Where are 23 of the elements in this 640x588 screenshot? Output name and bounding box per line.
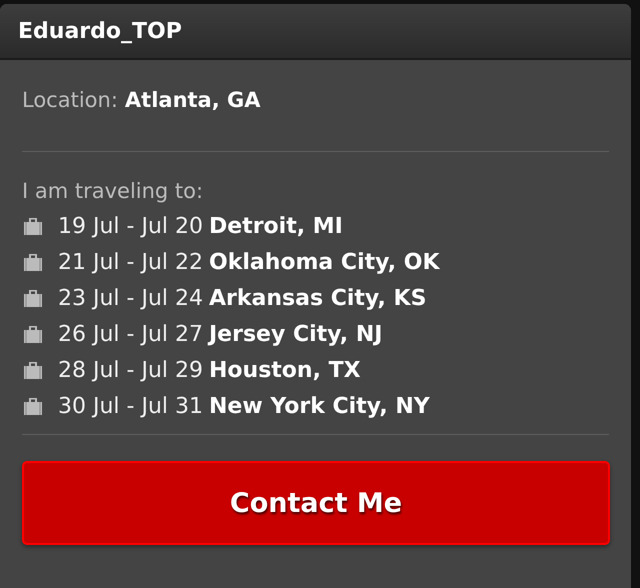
- trip-dates: 30 Jul - Jul 31: [58, 394, 203, 418]
- trip-city: Houston, TX: [209, 358, 361, 382]
- trip-city: Detroit, MI: [209, 214, 343, 238]
- trip-dates: 26 Jul - Jul 27: [58, 322, 203, 346]
- location-label: Location:: [22, 88, 118, 112]
- profile-title: Eduardo_TOP: [18, 18, 182, 44]
- trip-dates: 23 Jul - Jul 24: [58, 286, 203, 310]
- suitcase-icon: [22, 252, 44, 272]
- suitcase-icon: [22, 288, 44, 308]
- suitcase-icon: [22, 360, 44, 380]
- trip-city: New York City, NY: [209, 394, 430, 418]
- trips-heading: I am traveling to:: [22, 179, 204, 205]
- trip-city: Oklahoma City, OK: [209, 250, 440, 274]
- trip-dates: 28 Jul - Jul 29: [58, 358, 203, 382]
- suitcase-icon: [22, 396, 44, 416]
- trip-city: Arkansas City, KS: [209, 286, 426, 310]
- trip-dates: 21 Jul - Jul 22: [58, 250, 203, 274]
- suitcase-icon: [22, 216, 44, 236]
- contact-button[interactable]: Contact Me: [22, 461, 610, 545]
- trip-city: Jersey City, NJ: [209, 322, 382, 346]
- suitcase-icon: [22, 324, 44, 344]
- location-value: Atlanta, GA: [124, 88, 261, 112]
- trip-dates: 19 Jul - Jul 20: [58, 214, 203, 238]
